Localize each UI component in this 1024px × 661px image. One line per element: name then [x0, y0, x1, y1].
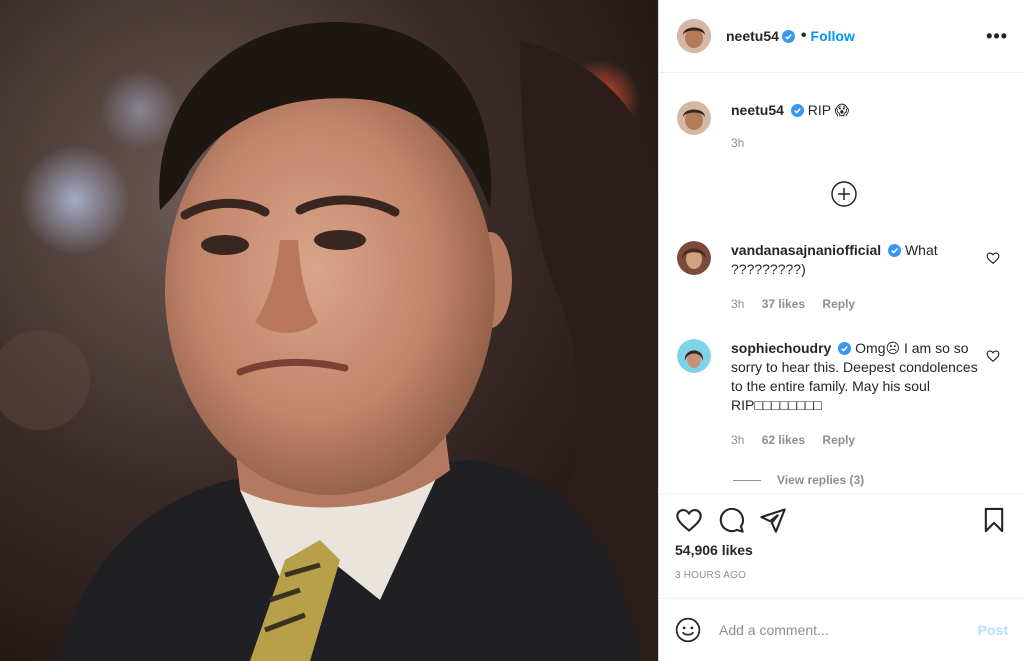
- avatar[interactable]: [677, 339, 711, 373]
- comment-time[interactable]: 3h: [731, 297, 744, 311]
- emoji-icon[interactable]: [675, 617, 701, 643]
- post-side-panel: neetu54 • Follow ••• neetu54 RIP 😱 3h va…: [658, 0, 1024, 661]
- more-options-button[interactable]: •••: [986, 26, 1008, 47]
- comment-input[interactable]: [717, 621, 978, 639]
- save-bookmark-icon[interactable]: [980, 506, 1008, 534]
- caption-time[interactable]: 3h: [731, 136, 744, 150]
- verified-badge-icon: [781, 29, 795, 43]
- like-comment-icon[interactable]: [986, 349, 1000, 363]
- comments-list[interactable]: neetu54 RIP 😱 3h vandanasajnaniofficial: [659, 73, 1024, 493]
- caption-username[interactable]: neetu54: [731, 102, 784, 118]
- avatar-image: [677, 241, 711, 275]
- avatar-image: [677, 339, 711, 373]
- comment-likes[interactable]: 62 likes: [762, 433, 805, 447]
- share-icon[interactable]: [759, 506, 787, 534]
- reply-button[interactable]: Reply: [822, 433, 855, 447]
- caption-item: neetu54 RIP 😱 3h: [677, 101, 1008, 153]
- view-replies-button[interactable]: View replies (3): [733, 473, 864, 487]
- comment-time[interactable]: 3h: [731, 433, 744, 447]
- caption-text: RIP 😱: [807, 102, 850, 118]
- comment-item: sophiechoudry Omg☹ I am so so sorry to h…: [677, 339, 1008, 450]
- view-replies-line: [733, 479, 761, 481]
- avatar[interactable]: [677, 101, 711, 135]
- add-comment-bar: Post: [659, 598, 1024, 661]
- separator-dot: •: [800, 27, 807, 44]
- avatar-image: [677, 101, 711, 135]
- verified-badge-icon: [790, 104, 804, 117]
- post-comment-button[interactable]: Post: [978, 622, 1008, 638]
- header-username[interactable]: neetu54: [726, 28, 779, 44]
- comment-username[interactable]: vandanasajnaniofficial: [731, 242, 881, 258]
- post-timestamp[interactable]: 3 HOURS AGO: [675, 570, 1008, 581]
- avatar[interactable]: [677, 19, 711, 53]
- comment-likes[interactable]: 37 likes: [762, 297, 805, 311]
- post-header: neetu54 • Follow •••: [659, 0, 1024, 73]
- avatar-image: [677, 19, 711, 53]
- verified-badge-icon: [888, 244, 902, 257]
- comment-username[interactable]: sophiechoudry: [731, 340, 831, 356]
- like-icon[interactable]: [675, 506, 703, 534]
- post-actions: 54,906 likes 3 HOURS AGO: [659, 493, 1024, 597]
- avatar[interactable]: [677, 241, 711, 275]
- portrait-image: [0, 0, 658, 661]
- likes-count[interactable]: 54,906 likes: [675, 542, 1008, 558]
- verified-badge-icon: [838, 342, 852, 355]
- comment-icon[interactable]: [717, 506, 745, 534]
- view-replies-label: View replies (3): [777, 473, 865, 487]
- load-more-comments-icon[interactable]: [831, 181, 857, 207]
- follow-button[interactable]: Follow: [811, 28, 855, 44]
- like-comment-icon[interactable]: [986, 251, 1000, 265]
- reply-button[interactable]: Reply: [822, 297, 855, 311]
- post-photo[interactable]: [0, 0, 658, 661]
- comment-item: vandanasajnaniofficial What ?????????) 3…: [677, 241, 1008, 314]
